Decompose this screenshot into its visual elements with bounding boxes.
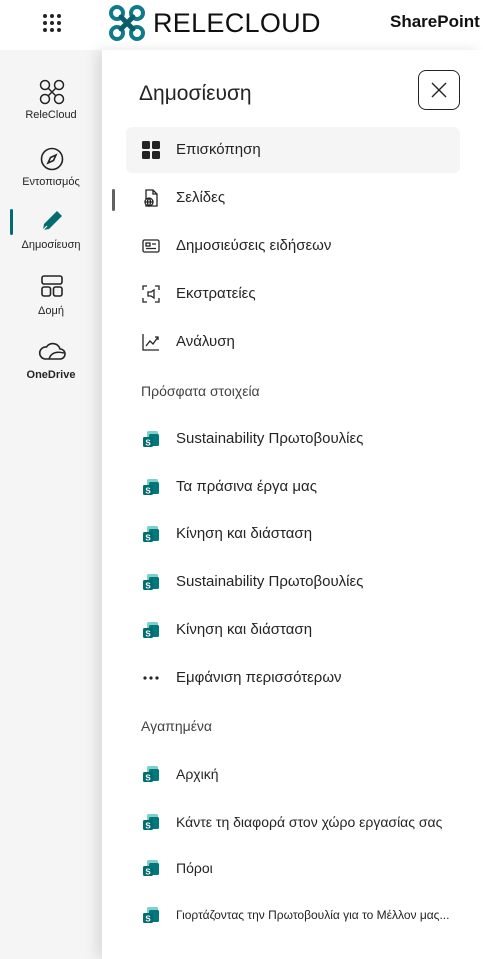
app-launcher-icon[interactable]	[38, 9, 66, 37]
selection-indicator	[112, 189, 115, 211]
rail-item-label: ReleCloud	[25, 109, 77, 121]
nav-item-campaigns[interactable]: Εκστρατείες	[126, 271, 460, 317]
recent-item-label: Κίνηση και διάσταση	[176, 621, 313, 638]
brand-name[interactable]: RELECLOUD	[153, 8, 321, 39]
rail-item-label: OneDrive	[26, 369, 76, 381]
nav-item-pages[interactable]: Σελίδες	[126, 175, 460, 221]
sharepoint-site-icon: S	[140, 523, 162, 545]
cloud-icon	[37, 336, 67, 366]
nav-item-label: Επισκόπηση	[176, 141, 261, 158]
recent-item-label: Κίνηση και διάσταση	[176, 525, 313, 542]
rail-item-label: Δομή	[38, 305, 64, 317]
nav-item-label: Ανάλυση	[176, 333, 235, 350]
nav-item-label: Σελίδες	[176, 189, 226, 206]
favorites-heading: Αγαπημένα	[141, 718, 213, 734]
sharepoint-site-icon: S	[140, 571, 162, 593]
recent-item[interactable]: S Κίνηση και διάσταση	[126, 607, 460, 653]
more-icon	[140, 667, 162, 689]
rail-item-publish[interactable]: Δημοσίευση	[0, 206, 102, 268]
svg-text:S: S	[145, 630, 151, 639]
analytics-icon	[140, 331, 162, 353]
favorite-item-label: Κάντε τη διαφορά στον χώρο εργασίας σας	[176, 814, 443, 830]
nav-item-label: Εκστρατείες	[176, 285, 256, 302]
relecloud-logo-icon	[37, 77, 67, 107]
sharepoint-site-icon: S	[140, 857, 162, 879]
news-icon	[140, 235, 162, 257]
recent-item-label: Τα πράσινα έργα μας	[176, 478, 317, 495]
show-more-button[interactable]: Εμφάνιση περισσότερων	[126, 655, 460, 701]
rail-item-label: Εντοπισμός	[22, 176, 80, 188]
rail-item-discover[interactable]: Εντοπισμός	[0, 144, 102, 206]
rail-item-onedrive[interactable]: OneDrive	[0, 336, 102, 398]
top-bar: RELECLOUD SharePoint	[0, 0, 483, 50]
recent-item[interactable]: S Sustainability Πρωτοβουλίες	[126, 416, 460, 462]
sharepoint-site-icon: S	[140, 763, 162, 785]
layout-icon	[37, 271, 67, 301]
svg-text:S: S	[145, 487, 151, 496]
favorite-item[interactable]: S Κάντε τη διαφορά στον χώρο εργασίας σα…	[126, 799, 460, 845]
rail-item-label: Δημοσίευση	[21, 239, 81, 251]
sharepoint-site-icon: S	[140, 904, 162, 926]
compass-icon	[37, 144, 67, 174]
svg-text:S: S	[145, 439, 151, 448]
show-more-label: Εμφάνιση περισσότερων	[176, 669, 342, 686]
favorite-item-label: Γιορτάζοντας την Πρωτοβουλία για το Μέλλ…	[176, 908, 450, 922]
nav-item-news[interactable]: Δημοσιεύσεις ειδήσεων	[126, 223, 460, 269]
app-name[interactable]: SharePoint	[390, 12, 480, 32]
favorite-item-label: Πόροι	[176, 860, 213, 876]
recent-item[interactable]: S Sustainability Πρωτοβουλίες	[126, 559, 460, 605]
favorite-item[interactable]: S Γιορτάζοντας την Πρωτοβουλία για το Μέ…	[126, 892, 460, 938]
rail-item-relecloud[interactable]: ReleCloud	[0, 77, 102, 139]
nav-item-overview[interactable]: Επισκόπηση	[126, 127, 460, 173]
sharepoint-site-icon: S	[140, 428, 162, 450]
sharepoint-site-icon: S	[140, 476, 162, 498]
panel-title: Δημοσίευση	[139, 82, 252, 105]
pen-icon	[37, 206, 67, 236]
svg-text:S: S	[145, 582, 151, 591]
sharepoint-site-icon: S	[140, 811, 162, 833]
favorite-item[interactable]: S Πόροι	[126, 845, 460, 891]
recent-item[interactable]: S Τα πράσινα έργα μας	[126, 464, 460, 510]
svg-text:S: S	[145, 774, 151, 783]
recent-heading: Πρόσφατα στοιχεία	[141, 383, 260, 399]
grid-icon	[140, 139, 162, 161]
nav-item-analytics[interactable]: Ανάλυση	[126, 319, 460, 365]
page-globe-icon	[140, 187, 162, 209]
publish-panel: Δημοσίευση Επισκόπηση Σελίδες Δημοσιεύσε…	[102, 50, 483, 959]
svg-text:S: S	[145, 534, 151, 543]
app-bar: ReleCloud Εντοπισμός Δημοσίευση Δομή One…	[0, 50, 102, 959]
svg-text:S: S	[145, 915, 151, 924]
recent-item-label: Sustainability Πρωτοβουλίες	[176, 573, 364, 590]
favorite-item[interactable]: S Αρχική	[126, 751, 460, 797]
favorite-item-label: Αρχική	[176, 766, 219, 782]
sharepoint-site-icon: S	[140, 619, 162, 641]
close-button[interactable]	[418, 70, 460, 110]
nav-item-label: Δημοσιεύσεις ειδήσεων	[176, 237, 332, 254]
svg-text:S: S	[145, 868, 151, 877]
rail-item-structure[interactable]: Δομή	[0, 271, 102, 333]
recent-item[interactable]: S Κίνηση και διάσταση	[126, 511, 460, 557]
campaign-icon	[140, 283, 162, 305]
close-icon	[431, 82, 447, 98]
svg-text:S: S	[145, 822, 151, 831]
recent-item-label: Sustainability Πρωτοβουλίες	[176, 430, 364, 447]
relecloud-logo-icon[interactable]	[108, 4, 146, 42]
